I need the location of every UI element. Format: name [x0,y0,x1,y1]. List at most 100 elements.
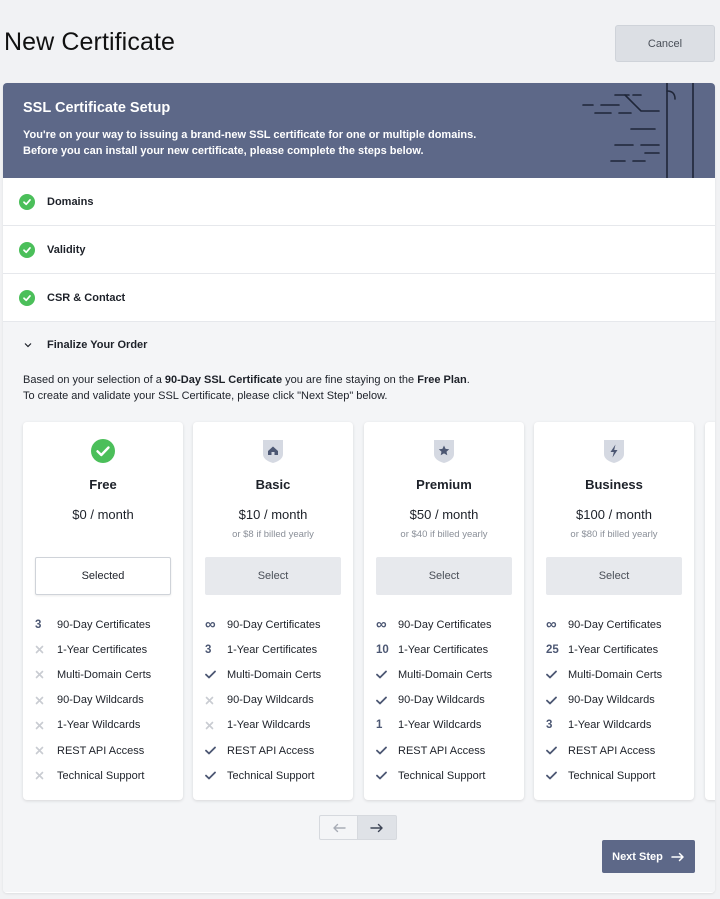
feature-count: 3 [205,643,212,656]
feature-list: ∞ 90-Day Certificates 25 1-Year Certificate… [546,612,686,788]
feature-label: 1-Year Wildcards [57,719,141,732]
checkmark-icon [205,670,227,679]
summary-text: you are fine staying on the [282,374,418,386]
plan-card-next-partial [705,422,715,800]
checkmark-icon [546,670,568,679]
arrow-left-icon [332,823,346,832]
next-step-label: Next Step [612,850,663,863]
plan-select-button[interactable]: Select [205,557,341,595]
feature-item: REST API Access [376,738,516,763]
step-domains[interactable]: Domains [3,178,715,226]
feature-item: ∞ 90-Day Certificates [205,612,345,637]
hero-banner: SSL Certificate Setup You're on your way… [3,83,715,178]
bolt-shield-icon [602,438,626,464]
feature-label: 1-Year Certificates [568,643,659,656]
feature-item: REST API Access [205,738,345,763]
check-circle-icon [19,289,35,306]
plan-price: $0 / month [72,507,134,522]
feature-item: Technical Support [376,763,516,788]
hero-title: SSL Certificate Setup [23,100,171,116]
finalize-toggle[interactable]: Finalize Your Order [3,322,715,368]
feature-count: 10 [376,643,389,656]
feature-label: Technical Support [568,769,656,782]
circuit-decoration-icon [582,83,694,178]
checkmark-icon [546,771,568,780]
check-circle-icon [19,241,35,258]
plan-select-button[interactable]: Select [376,557,512,595]
feature-label: 90-Day Wildcards [227,694,314,707]
step-label: Domains [47,195,94,208]
feature-label: Multi-Domain Certs [227,668,322,681]
check-circle-icon [91,438,115,464]
step-label: Finalize Your Order [47,339,148,351]
home-shield-icon [261,438,285,464]
summary-text: Based on your selection of a [23,374,165,386]
next-step-button[interactable]: Next Step [602,840,695,873]
step-csr-contact[interactable]: CSR & Contact [3,274,715,322]
feature-label: REST API Access [57,744,145,757]
checkmark-icon [376,670,398,679]
checkmark-icon [546,696,568,705]
feature-label: Technical Support [398,769,486,782]
feature-item: Technical Support [205,763,345,788]
carousel-prev-button[interactable] [319,815,358,840]
feature-item: 3 90-Day Certificates [35,612,175,637]
carousel-next-button[interactable] [358,815,397,840]
summary-text: . [466,374,470,386]
feature-label: 1-Year Certificates [57,643,148,656]
feature-item: ∞ 90-Day Certificates [546,612,686,637]
checkmark-icon [546,746,568,755]
order-summary-text: Based on your selection of a 90-Day SSL … [23,372,470,404]
plan-price: $50 / month [409,507,479,522]
feature-list: ∞ 90-Day Certificates 3 1-Year Certificates… [205,612,345,788]
cross-icon [35,645,57,654]
feature-item: 3 1-Year Wildcards [546,713,686,738]
feature-item: Technical Support [35,763,175,788]
feature-label: Technical Support [227,769,315,782]
feature-label: 90-Day Certificates [568,618,662,631]
cross-icon [35,721,57,730]
plan-price: $10 / month [238,507,308,522]
feature-list: 3 90-Day Certificates 1-Year Certificates M… [35,612,175,788]
feature-item: ∞ 90-Day Certificates [376,612,516,637]
feature-label: 90-Day Wildcards [57,694,144,707]
feature-item: Multi-Domain Certs [205,662,345,687]
plan-select-button[interactable]: Select [546,557,682,595]
feature-count: 1 [376,719,383,732]
hero-line-2: Before you can install your new certific… [23,145,424,157]
feature-label: REST API Access [568,744,656,757]
feature-label: 1-Year Wildcards [398,719,482,732]
arrow-right-icon [370,823,383,832]
feature-count: 3 [546,719,553,732]
carousel-pager [319,815,397,840]
feature-label: Multi-Domain Certs [398,668,493,681]
chevron-down-icon [23,340,33,350]
feature-item: 90-Day Wildcards [205,688,345,713]
feature-item: 90-Day Wildcards [35,688,175,713]
feature-label: Multi-Domain Certs [57,668,152,681]
cross-icon [35,696,57,705]
step-validity[interactable]: Validity [3,226,715,274]
feature-item: 10 1-Year Certificates [376,637,516,662]
checkmark-icon [205,771,227,780]
feature-label: 1-Year Certificates [227,643,318,656]
plan-selected-button[interactable]: Selected [35,557,171,595]
feature-label: Technical Support [57,769,145,782]
feature-label: 90-Day Wildcards [568,694,655,707]
infinity-icon: ∞ [376,616,387,634]
cancel-button[interactable]: Cancel [615,25,715,62]
finalize-section: Finalize Your Order Based on your select… [3,322,715,892]
plan-card-premium: Premium $50 / month or $40 if billed yea… [364,422,524,800]
plan-name: Premium [416,477,472,492]
page-title: New Certificate [4,28,175,56]
feature-item: 25 1-Year Certificates [546,637,686,662]
plan-yearly-price: or $40 if billed yearly [400,529,488,540]
feature-item: Multi-Domain Certs [546,662,686,687]
feature-item: 90-Day Wildcards [376,688,516,713]
feature-list: ∞ 90-Day Certificates 10 1-Year Certificate… [376,612,516,788]
setup-card: SSL Certificate Setup You're on your way… [3,83,715,893]
feature-item: 1 1-Year Wildcards [376,713,516,738]
checkmark-icon [376,746,398,755]
infinity-icon: ∞ [205,616,216,634]
plan-yearly-price: or $8 if billed yearly [232,529,314,540]
